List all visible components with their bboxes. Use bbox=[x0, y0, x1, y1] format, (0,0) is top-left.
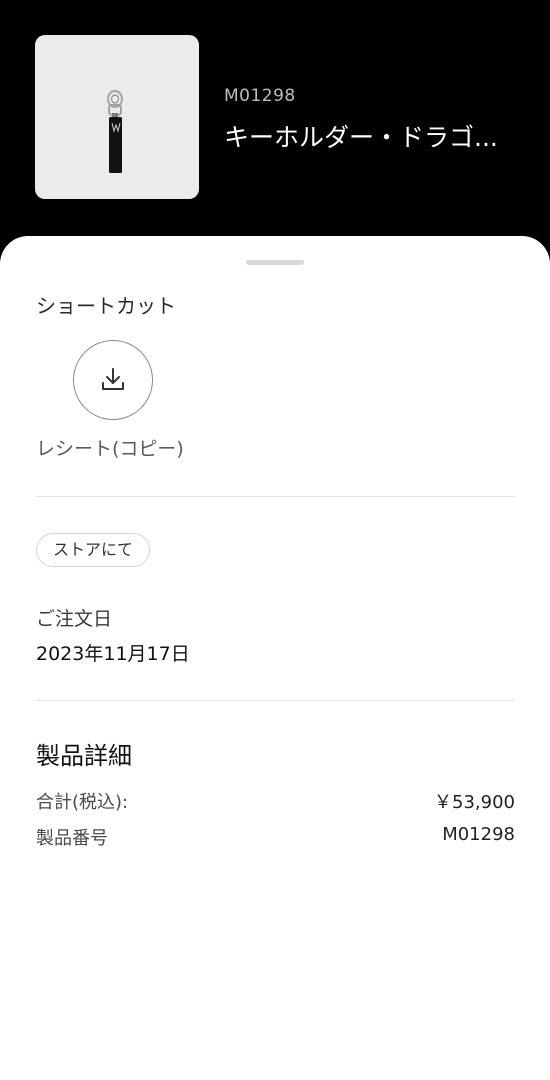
download-icon bbox=[102, 368, 124, 390]
product-details-title: 製品詳細 bbox=[36, 742, 132, 770]
receipt-download-button[interactable] bbox=[73, 340, 153, 420]
bottom-sheet: ショートカット レシート(コピー) ストアにて ご注文日 2023年11月17日… bbox=[0, 236, 550, 1080]
order-date-label: ご注文日 bbox=[36, 608, 113, 630]
product-number-label: 製品番号 bbox=[36, 828, 108, 849]
product-name: キーホルダー・ドラゴ... bbox=[224, 123, 498, 152]
total-price-value: ￥53,900 bbox=[434, 792, 515, 813]
keychain-image bbox=[106, 89, 124, 173]
order-date-value: 2023年11月17日 bbox=[36, 643, 190, 665]
product-header: M01298 キーホルダー・ドラゴ... bbox=[0, 0, 550, 260]
product-sku: M01298 bbox=[224, 86, 296, 106]
purchase-channel-badge: ストアにて bbox=[36, 533, 151, 567]
product-number-value: M01298 bbox=[442, 824, 515, 845]
divider bbox=[36, 700, 515, 701]
shortcuts-title: ショートカット bbox=[36, 294, 176, 318]
divider bbox=[36, 496, 515, 497]
total-price-label: 合計(税込): bbox=[36, 792, 129, 813]
receipt-copy-label[interactable]: レシート(コピー) bbox=[36, 434, 184, 461]
sheet-drag-handle[interactable] bbox=[246, 260, 304, 265]
product-thumbnail[interactable] bbox=[35, 35, 199, 199]
